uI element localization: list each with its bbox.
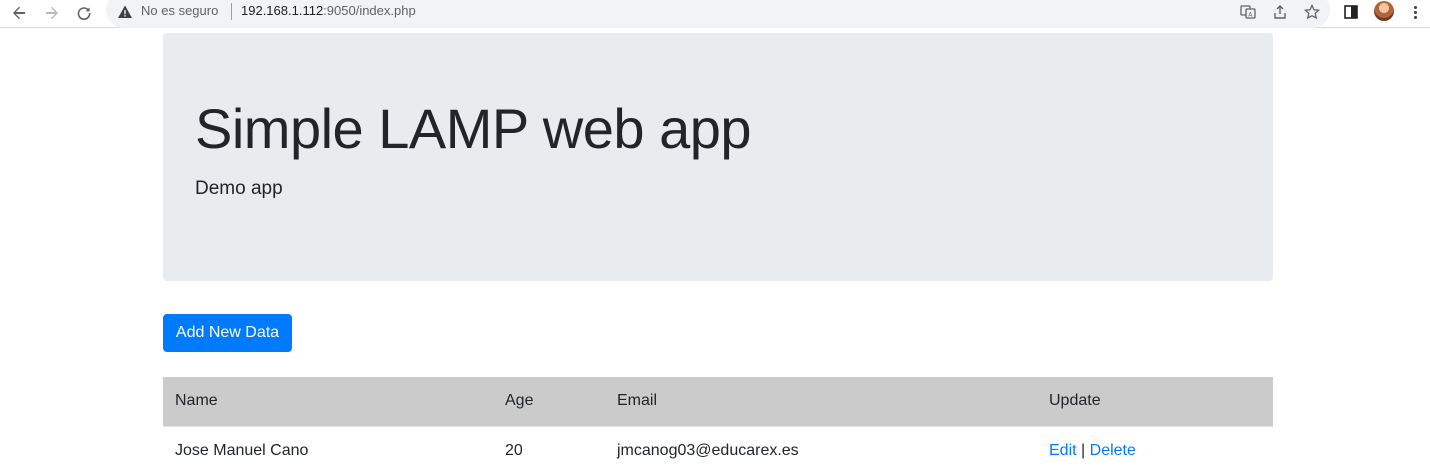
- link-separator: |: [1081, 441, 1086, 459]
- table-header-row: Name Age Email Update: [163, 377, 1273, 426]
- page-subtitle: Demo app: [195, 178, 283, 199]
- back-arrow-icon[interactable]: [7, 2, 31, 24]
- omnibox-divider: [231, 3, 232, 20]
- profile-avatar[interactable]: [1374, 1, 1394, 21]
- warning-icon[interactable]: [117, 4, 133, 20]
- forward-arrow-icon[interactable]: [40, 2, 64, 24]
- data-table: Name Age Email Update Jose Manuel Cano 2…: [163, 377, 1273, 475]
- delete-link[interactable]: Delete: [1090, 442, 1136, 459]
- column-header-update: Update: [1037, 377, 1273, 426]
- security-status-text[interactable]: No es seguro: [141, 3, 218, 18]
- column-header-email: Email: [605, 377, 1037, 426]
- edit-link[interactable]: Edit: [1049, 442, 1077, 459]
- url-host: 192.168.1.112: [241, 3, 324, 18]
- url-path: :9050/index.php: [323, 3, 416, 18]
- url-text[interactable]: 192.168.1.112:9050/index.php: [241, 3, 416, 18]
- browser-toolbar: No es seguro 192.168.1.112:9050/index.ph…: [0, 0, 1430, 28]
- translate-icon[interactable]: A: [1239, 3, 1257, 21]
- side-panel-icon[interactable]: [1342, 3, 1360, 21]
- page-title: Simple LAMP web app: [195, 97, 752, 160]
- bookmark-star-icon[interactable]: [1303, 3, 1321, 21]
- share-icon[interactable]: [1271, 3, 1289, 21]
- jumbotron: Simple LAMP web app Demo app: [163, 33, 1273, 281]
- menu-dots-icon[interactable]: [1408, 3, 1422, 21]
- add-new-data-button[interactable]: Add New Data: [163, 314, 292, 352]
- column-header-name: Name: [163, 377, 493, 426]
- reload-icon[interactable]: [72, 2, 96, 24]
- table-header: Name Age Email Update: [163, 377, 1273, 426]
- column-header-age: Age: [493, 377, 605, 426]
